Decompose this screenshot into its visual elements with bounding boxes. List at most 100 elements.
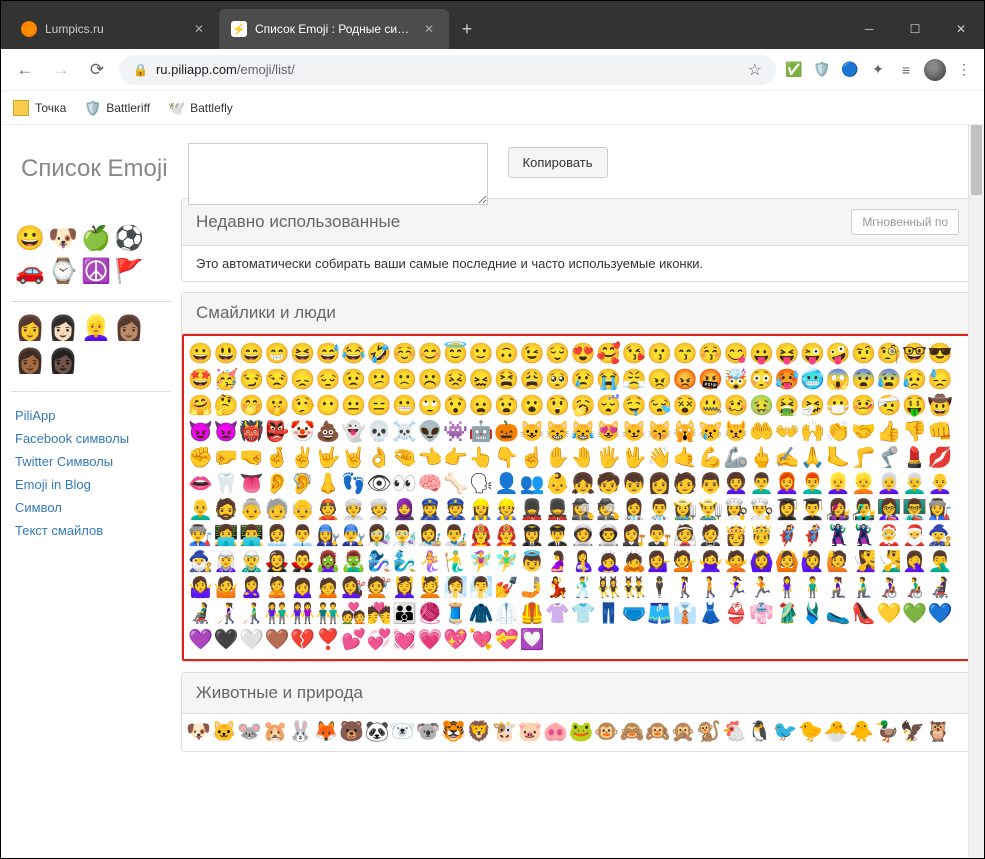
emoji-item[interactable]: 😝 <box>775 342 800 367</box>
emoji-item[interactable]: 💆 <box>418 576 443 601</box>
emoji-item[interactable]: 👩‍🦽 <box>877 576 902 601</box>
emoji-item[interactable]: 💜 <box>188 628 213 653</box>
emoji-item[interactable]: 🤛 <box>214 446 239 471</box>
emoji-item[interactable]: ❣️ <box>316 628 341 653</box>
emoji-item[interactable]: 😋 <box>724 342 749 367</box>
emoji-item[interactable]: 🎅 <box>902 524 927 549</box>
emoji-item[interactable]: 👨‍🏫 <box>902 498 927 523</box>
emoji-item[interactable]: 💃 <box>545 576 570 601</box>
emoji-item[interactable]: 🧟‍♀️ <box>316 550 341 575</box>
sidebar-emoji[interactable]: 🚗 <box>15 257 45 287</box>
bookmark-tochka[interactable]: Точка <box>13 100 66 116</box>
sidebar-emoji[interactable]: 🚩 <box>114 257 144 287</box>
emoji-item[interactable]: 🧐 <box>877 342 902 367</box>
emoji-item[interactable]: 👨‍🦳 <box>902 472 927 497</box>
emoji-item[interactable]: 😐 <box>341 394 366 419</box>
emoji-item[interactable]: 👩‍🦰 <box>775 472 800 497</box>
emoji-item[interactable]: 🤪 <box>826 342 851 367</box>
emoji-item[interactable]: 😠 <box>647 368 672 393</box>
menu-icon[interactable]: ⋮ <box>954 60 974 80</box>
emoji-item[interactable]: 👩‍🎤 <box>826 498 851 523</box>
emoji-item[interactable]: 🙉 <box>645 720 670 745</box>
emoji-item[interactable]: 👨‍🎓 <box>800 498 825 523</box>
emoji-item[interactable]: 👩‍🎓 <box>775 498 800 523</box>
emoji-item[interactable]: 💂‍♀️ <box>520 498 545 523</box>
emoji-item[interactable]: 🤑 <box>902 394 927 419</box>
emoji-item[interactable]: 🤍 <box>239 628 264 653</box>
address-bar[interactable]: 🔒 ru.piliapp.com/emoji/list/ ☆ <box>119 55 776 85</box>
sidebar-emoji[interactable]: 👩🏿 <box>48 347 78 377</box>
emoji-item[interactable]: 👿 <box>214 420 239 445</box>
emoji-item[interactable]: 🧜‍♀️ <box>418 550 443 575</box>
emoji-item[interactable]: 😸 <box>545 420 570 445</box>
emoji-item[interactable]: 😥 <box>902 368 927 393</box>
emoji-item[interactable]: 🖐 <box>596 446 621 471</box>
emoji-item[interactable]: 👩‍🎨 <box>418 524 443 549</box>
emoji-item[interactable]: ✋ <box>545 446 570 471</box>
emoji-item[interactable]: 👷‍♀️ <box>469 498 494 523</box>
emoji-item[interactable]: 👃 <box>316 472 341 497</box>
emoji-item[interactable]: 💁‍♀️ <box>647 550 672 575</box>
emoji-item[interactable]: 👩‍🏫 <box>877 498 902 523</box>
sidebar-link[interactable]: Facebook символы <box>15 427 167 450</box>
emoji-item[interactable]: 👸 <box>724 524 749 549</box>
emoji-item[interactable]: 🚶‍♀️ <box>673 576 698 601</box>
emoji-item[interactable]: 🤦‍♂️ <box>928 550 953 575</box>
emoji-item[interactable]: 😫 <box>494 368 519 393</box>
emoji-item[interactable]: 🤨 <box>851 342 876 367</box>
emoji-item[interactable]: 🤡 <box>290 420 315 445</box>
emoji-item[interactable]: 😷 <box>826 394 851 419</box>
emoji-item[interactable]: 🐣 <box>824 720 849 745</box>
emoji-item[interactable]: 🤴 <box>749 524 774 549</box>
emoji-item[interactable]: 🥳 <box>214 368 239 393</box>
emoji-item[interactable]: 🦅 <box>900 720 925 745</box>
emoji-item[interactable]: 🥶 <box>800 368 825 393</box>
emoji-item[interactable]: 🙌 <box>800 420 825 445</box>
emoji-item[interactable]: 🦁 <box>467 720 492 745</box>
emoji-item[interactable]: 👨‍💻 <box>239 524 264 549</box>
emoji-item[interactable]: 😀 <box>188 342 213 367</box>
emoji-item[interactable]: 👨‍🏭 <box>188 524 213 549</box>
emoji-item[interactable]: 💘 <box>469 628 494 653</box>
emoji-item[interactable]: 🙎 <box>265 576 290 601</box>
emoji-item[interactable]: 😜 <box>800 342 825 367</box>
emoji-item[interactable]: 👩‍🦳 <box>877 472 902 497</box>
emoji-item[interactable]: 🧠 <box>418 472 443 497</box>
emoji-item[interactable]: 👵 <box>239 498 264 523</box>
emoji-item[interactable]: 🕵️ <box>596 498 621 523</box>
emoji-item[interactable]: 🦺 <box>520 602 545 627</box>
emoji-item[interactable]: 💪 <box>698 446 723 471</box>
emoji-item[interactable]: 💑 <box>341 602 366 627</box>
emoji-item[interactable]: 🤧 <box>800 394 825 419</box>
emoji-item[interactable]: 🧓 <box>265 498 290 523</box>
emoji-item[interactable]: 🙎‍♀️ <box>239 576 264 601</box>
emoji-item[interactable]: 🐥 <box>849 720 874 745</box>
emoji-item[interactable]: 🥵 <box>775 368 800 393</box>
new-tab-button[interactable]: + <box>453 15 481 43</box>
emoji-item[interactable]: 🐱 <box>212 720 237 745</box>
emoji-item[interactable]: 👻 <box>341 420 366 445</box>
emoji-item[interactable]: 🖖 <box>622 446 647 471</box>
emoji-item[interactable]: 🤫 <box>265 394 290 419</box>
forward-button[interactable]: → <box>47 56 75 84</box>
ext-shield-icon[interactable]: 🛡️ <box>812 60 832 80</box>
emoji-item[interactable]: 😚 <box>698 342 723 367</box>
emoji-item[interactable]: 🦾 <box>724 446 749 471</box>
emoji-item[interactable]: 💝 <box>494 628 519 653</box>
emoji-item[interactable]: 🥼 <box>494 602 519 627</box>
emoji-item[interactable]: 🏃‍♀️ <box>724 576 749 601</box>
emoji-item[interactable]: 👳 <box>367 498 392 523</box>
emoji-item[interactable]: 🧎‍♂️ <box>851 576 876 601</box>
emoji-item[interactable]: 🙇 <box>622 550 647 575</box>
emoji-item[interactable]: 💀 <box>367 420 392 445</box>
extensions-icon[interactable]: ✦ <box>868 60 888 80</box>
emoji-item[interactable]: 👬 <box>316 602 341 627</box>
emoji-item[interactable]: 👲 <box>316 498 341 523</box>
emoji-item[interactable]: 😴 <box>596 394 621 419</box>
emoji-item[interactable]: 😡 <box>673 368 698 393</box>
emoji-item[interactable]: 😗 <box>647 342 672 367</box>
emoji-item[interactable]: 😾 <box>724 420 749 445</box>
emoji-item[interactable]: 🥰 <box>596 342 621 367</box>
emoji-item[interactable]: 👩‍⚖️ <box>622 524 647 549</box>
emoji-item[interactable]: 🚶 <box>698 576 723 601</box>
